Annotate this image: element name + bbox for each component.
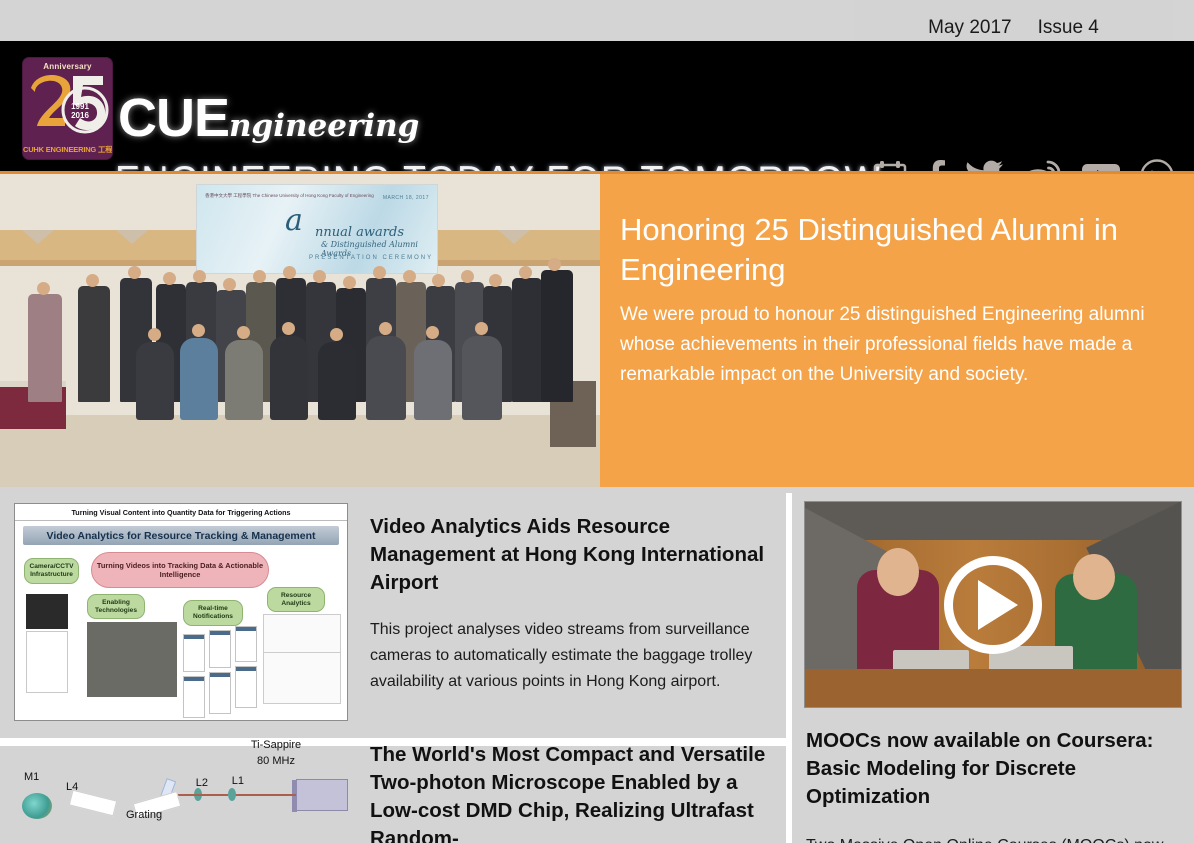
twitter-icon[interactable] <box>965 160 1003 174</box>
left-column: Turning Visual Content into Quantity Dat… <box>0 493 786 843</box>
article-thumbnail[interactable]: Ti-Sappire 80 MHz L1 L2 Grating L4 M1 <box>14 735 348 843</box>
article-text: Video Analytics Aids Resource Management… <box>348 503 772 721</box>
backdrop-line3: PRESENTATION CEREMONY <box>309 255 434 261</box>
hero-title: Honoring 25 Distinguished Alumni in Engi… <box>620 212 1119 287</box>
cuhk-anniversary-logo[interactable]: Anniversary 1991 2016 CUHK ENGINEERING 工… <box>22 57 113 160</box>
logo-footer-text: CUHK ENGINEERING 工程 <box>23 145 113 154</box>
hero-text-panel: Honoring 25 Distinguished Alumni in Engi… <box>600 174 1194 487</box>
smiley-icon[interactable] <box>1140 159 1174 174</box>
backdrop-date: MARCH 18, 2017 <box>382 195 429 201</box>
video-analytics-diagram: Turning Visual Content into Quantity Dat… <box>14 503 348 721</box>
social-links <box>873 159 1174 174</box>
label-grating: Grating <box>126 809 163 821</box>
issue-number: Issue 4 <box>1037 16 1099 38</box>
hero-body: We were proud to honour 25 distinguished… <box>620 304 1145 385</box>
diagram-pill-realtime: Real-time Notifications <box>183 600 243 626</box>
label-80mhz: 80 MHz <box>257 755 295 767</box>
brand-engineering-script: ngineering <box>229 108 420 144</box>
content-area: Turning Visual Content into Quantity Dat… <box>0 493 1194 843</box>
facebook-icon[interactable] <box>926 160 946 174</box>
label-l4: L4 <box>66 781 79 793</box>
backdrop-line1: nnual awards <box>315 225 404 240</box>
weibo-icon[interactable] <box>1022 160 1062 174</box>
article-text: The World's Most Compact and Versatile T… <box>348 735 772 843</box>
tagline: ENGINEERING TODAY FOR TOMORROW <box>115 159 881 174</box>
backdrop-initial: a <box>285 203 303 238</box>
stage-backdrop-screen: 香港中文大學 工程學院 The Chinese University of Ho… <box>196 184 438 274</box>
article-video-analytics[interactable]: Turning Visual Content into Quantity Dat… <box>0 493 786 721</box>
label-l2: L2 <box>195 777 208 789</box>
calendar-icon[interactable] <box>873 160 907 174</box>
article-body: This project analyses video streams from… <box>370 621 753 690</box>
diagram-top-caption: Turning Visual Content into Quantity Dat… <box>15 504 347 521</box>
diagram-pill-resource: Resource Analytics <box>267 587 325 612</box>
diagram-banner: Video Analytics for Resource Tracking & … <box>23 526 339 545</box>
label-ti-sapphire: Ti-Sappire <box>250 739 302 751</box>
article-title[interactable]: The World's Most Compact and Versatile T… <box>370 741 772 843</box>
brand-cue-text: CUE <box>118 88 230 148</box>
newsletter-page: May 2017 Issue 4 Anniversary 1991 2016 C… <box>0 0 1194 843</box>
hero-photo[interactable]: 香港中文大學 工程學院 The Chinese University of Ho… <box>0 174 600 487</box>
article-thumbnail[interactable]: Turning Visual Content into Quantity Dat… <box>14 503 348 721</box>
youtube-icon[interactable] <box>1081 160 1121 174</box>
microscope-diagram: Ti-Sappire 80 MHz L1 L2 Grating L4 M1 <box>14 735 348 831</box>
diagram-pill-enabling: Enabling Technologies <box>87 594 145 619</box>
sidebar-article-title[interactable]: MOOCs now available on Coursera: Basic M… <box>806 727 1180 811</box>
sidebar-article-body: Two Massive Open Online Courses (MOOCs) … <box>806 833 1180 843</box>
hero-section: 香港中文大學 工程學院 The Chinese University of Ho… <box>0 174 1194 487</box>
play-triangle-icon <box>977 579 1018 630</box>
label-l1: L1 <box>231 775 244 787</box>
mooc-video-thumbnail[interactable] <box>804 501 1182 708</box>
article-two-photon-microscope[interactable]: Ti-Sappire 80 MHz L1 L2 Grating L4 M1 Th… <box>0 721 786 843</box>
label-m1: M1 <box>24 771 40 783</box>
right-column: MOOCs now available on Coursera: Basic M… <box>792 493 1194 843</box>
article-title[interactable]: Video Analytics Aids Resource Management… <box>370 513 772 597</box>
backdrop-university-logo: 香港中文大學 工程學院 The Chinese University of Ho… <box>205 193 374 198</box>
diagram-pill-camera: Camera/CCTV Infrastructure <box>24 558 79 584</box>
diagram-pill-center: Turning Videos into Tracking Data & Acti… <box>91 552 269 588</box>
brand-wordmark[interactable]: CUEngineering <box>118 91 419 153</box>
logo-years: 1991 2016 <box>71 102 89 120</box>
issue-date: May 2017 <box>928 16 1012 38</box>
play-button-icon[interactable] <box>944 555 1042 654</box>
laser-source <box>292 779 348 812</box>
site-header: Anniversary 1991 2016 CUHK ENGINEERING 工… <box>0 41 1194 174</box>
